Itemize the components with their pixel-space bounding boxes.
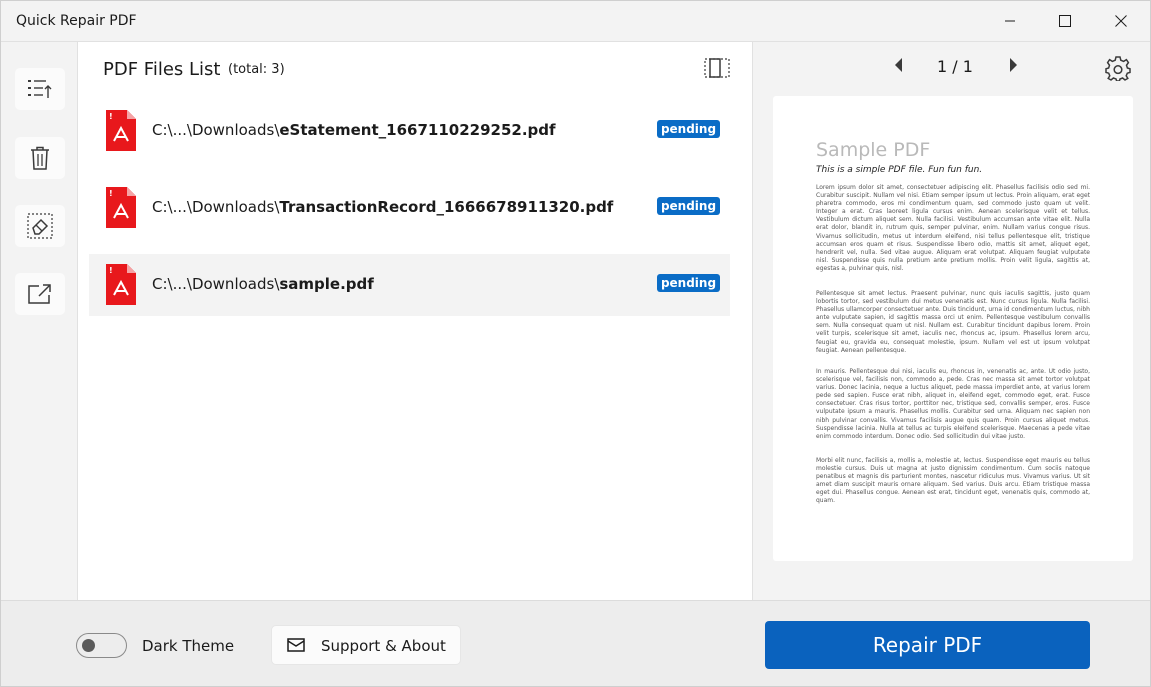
- repair-pdf-button[interactable]: Repair PDF: [765, 621, 1090, 669]
- status-badge: pending: [657, 120, 720, 138]
- file-count: (total: 3): [228, 62, 285, 77]
- window-title: Quick Repair PDF: [16, 13, 137, 29]
- document-subtitle: This is a simple PDF file. Fun fun fun.: [816, 165, 983, 175]
- close-icon: [1115, 15, 1127, 27]
- svg-text:!: !: [109, 266, 113, 275]
- trash-icon: [31, 146, 49, 170]
- status-badge: pending: [657, 274, 720, 292]
- list-title: PDF Files List: [103, 59, 221, 80]
- app-window: Quick Repair PDF PDF Files List (total: …: [0, 0, 1151, 687]
- add-files-button[interactable]: [15, 68, 65, 110]
- document-paragraph: Morbi elit nunc, facilisis a, mollis a, …: [816, 457, 1090, 505]
- pdf-file-icon: !: [106, 110, 136, 151]
- dark-theme-toggle[interactable]: [76, 633, 127, 658]
- delete-button[interactable]: [15, 137, 65, 179]
- side-toolbar: [1, 42, 78, 600]
- close-button[interactable]: [1098, 1, 1144, 41]
- settings-gear-icon[interactable]: [1105, 55, 1131, 81]
- file-row[interactable]: ! C:\...\Downloads\eStatement_1667110229…: [89, 100, 730, 162]
- status-badge: pending: [657, 197, 720, 215]
- document-title: Sample PDF: [816, 139, 931, 161]
- eraser-icon: [27, 213, 53, 239]
- maximize-button[interactable]: [1042, 1, 1088, 41]
- page-indicator: 1 / 1: [937, 57, 973, 76]
- pdf-page-preview: Sample PDF This is a simple PDF file. Fu…: [773, 96, 1133, 561]
- file-row[interactable]: ! C:\...\Downloads\TransactionRecord_166…: [89, 177, 730, 239]
- bottom-bar: Dark Theme Support & About Repair PDF: [1, 600, 1150, 686]
- document-paragraph: Lorem ipsum dolor sit amet, consectetuer…: [816, 184, 1090, 272]
- preview-panel: 1 / 1 Sample PDF This is a simple PDF fi…: [752, 42, 1150, 600]
- dark-theme-label: Dark Theme: [142, 637, 235, 655]
- support-about-button[interactable]: Support & About: [271, 625, 461, 665]
- minimize-icon: [1005, 20, 1015, 22]
- open-external-icon: [28, 284, 51, 304]
- file-path: C:\...\Downloads\TransactionRecord_16666…: [152, 198, 614, 216]
- next-page-button[interactable]: [1005, 56, 1021, 74]
- maximize-icon: [1059, 15, 1071, 27]
- pdf-file-icon: !: [106, 264, 136, 305]
- svg-text:!: !: [109, 112, 113, 121]
- previous-page-button[interactable]: [891, 56, 907, 74]
- pdf-file-icon: !: [106, 187, 136, 228]
- document-paragraph: In mauris. Pellentesque dui nisi, iaculi…: [816, 368, 1090, 440]
- support-about-label: Support & About: [321, 637, 446, 655]
- title-bar: Quick Repair PDF: [1, 1, 1150, 42]
- file-path: C:\...\Downloads\sample.pdf: [152, 275, 374, 293]
- svg-text:!: !: [109, 189, 113, 198]
- mail-icon: [287, 638, 305, 652]
- list-add-icon: [28, 80, 52, 98]
- file-row-selected[interactable]: ! C:\...\Downloads\sample.pdf pending: [89, 254, 730, 316]
- file-list-panel: PDF Files List (total: 3) ! C:\...\Downl…: [78, 42, 752, 600]
- panel-layout-icon: [704, 58, 730, 78]
- document-paragraph: Pellentesque sit amet lectus. Praesent p…: [816, 290, 1090, 354]
- export-button[interactable]: [15, 273, 65, 315]
- toggle-knob: [82, 639, 95, 652]
- toggle-preview-button[interactable]: [702, 55, 732, 81]
- file-path: C:\...\Downloads\eStatement_166711022925…: [152, 121, 556, 139]
- minimize-button[interactable]: [987, 1, 1033, 41]
- clear-button[interactable]: [15, 205, 65, 247]
